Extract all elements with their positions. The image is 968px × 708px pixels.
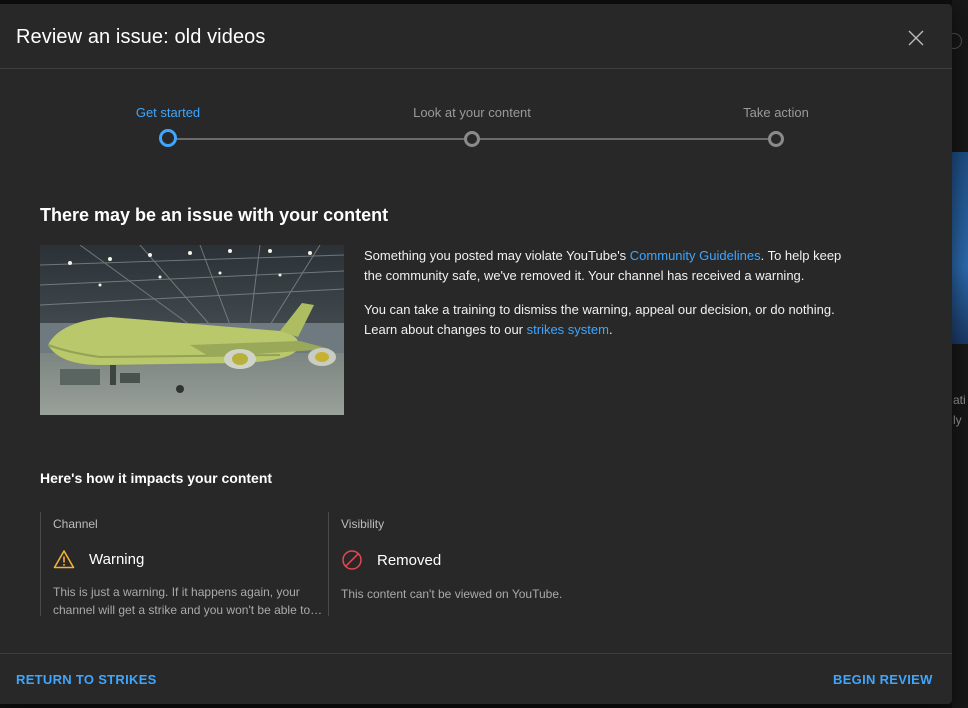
background-thumbnail bbox=[952, 152, 968, 344]
description-paragraph: You can take a training to dismiss the w… bbox=[364, 300, 844, 340]
dialog-title: Review an issue: old videos bbox=[16, 26, 266, 48]
return-to-strikes-button[interactable]: RETURN TO STRIKES bbox=[16, 672, 157, 687]
channel-title: Channel bbox=[53, 517, 98, 531]
stepper: Get started Look at your content Take ac… bbox=[0, 68, 952, 158]
step-label-look-at-content: Look at your content bbox=[413, 105, 531, 120]
background-page bbox=[952, 0, 968, 708]
visibility-status-text: Removed bbox=[377, 551, 442, 569]
section-heading: There may be an issue with your content bbox=[40, 205, 389, 225]
removed-icon bbox=[342, 550, 362, 570]
channel-impact: Channel Warning This is just a warning. … bbox=[40, 512, 328, 617]
strikes-system-link[interactable]: strikes system bbox=[527, 322, 609, 337]
step-label-get-started: Get started bbox=[135, 105, 201, 120]
visibility-description: This content can't be viewed on YouTube. bbox=[341, 587, 563, 601]
airplane-hangar-image bbox=[40, 245, 344, 415]
dialog-header: Review an issue: old videos bbox=[0, 4, 952, 69]
description-text: Something you posted may violate YouTube… bbox=[364, 248, 630, 263]
description-text: . bbox=[608, 322, 613, 337]
visibility-status: Removed bbox=[341, 549, 628, 571]
description-paragraph: Something you posted may violate YouTube… bbox=[364, 246, 844, 286]
channel-status-text: Warning bbox=[89, 550, 145, 568]
channel-status: Warning bbox=[53, 549, 328, 569]
step-label-take-action: Take action bbox=[743, 105, 809, 120]
channel-description: This is just a warning. If it happens ag… bbox=[53, 585, 311, 617]
background-text: ati bbox=[953, 393, 966, 407]
warning-icon bbox=[53, 550, 75, 569]
visibility-title: Visibility bbox=[341, 517, 385, 531]
step-dot-active bbox=[159, 129, 177, 147]
issue-description: Something you posted may violate YouTube… bbox=[364, 246, 844, 354]
begin-review-button[interactable]: BEGIN REVIEW bbox=[833, 672, 933, 687]
community-guidelines-link[interactable]: Community Guidelines bbox=[630, 248, 761, 263]
step-dot bbox=[464, 131, 480, 147]
step-dot bbox=[768, 131, 784, 147]
background-text: ly bbox=[953, 413, 962, 427]
impact-heading: Here's how it impacts your content bbox=[40, 470, 273, 486]
visibility-impact: Visibility Removed This content can't be… bbox=[328, 512, 628, 616]
review-dialog: Review an issue: old videos Get started … bbox=[0, 4, 952, 704]
close-icon bbox=[908, 30, 924, 46]
dialog-footer: RETURN TO STRIKES BEGIN REVIEW bbox=[0, 653, 952, 705]
close-button[interactable] bbox=[900, 22, 932, 54]
content-thumbnail bbox=[40, 245, 344, 415]
